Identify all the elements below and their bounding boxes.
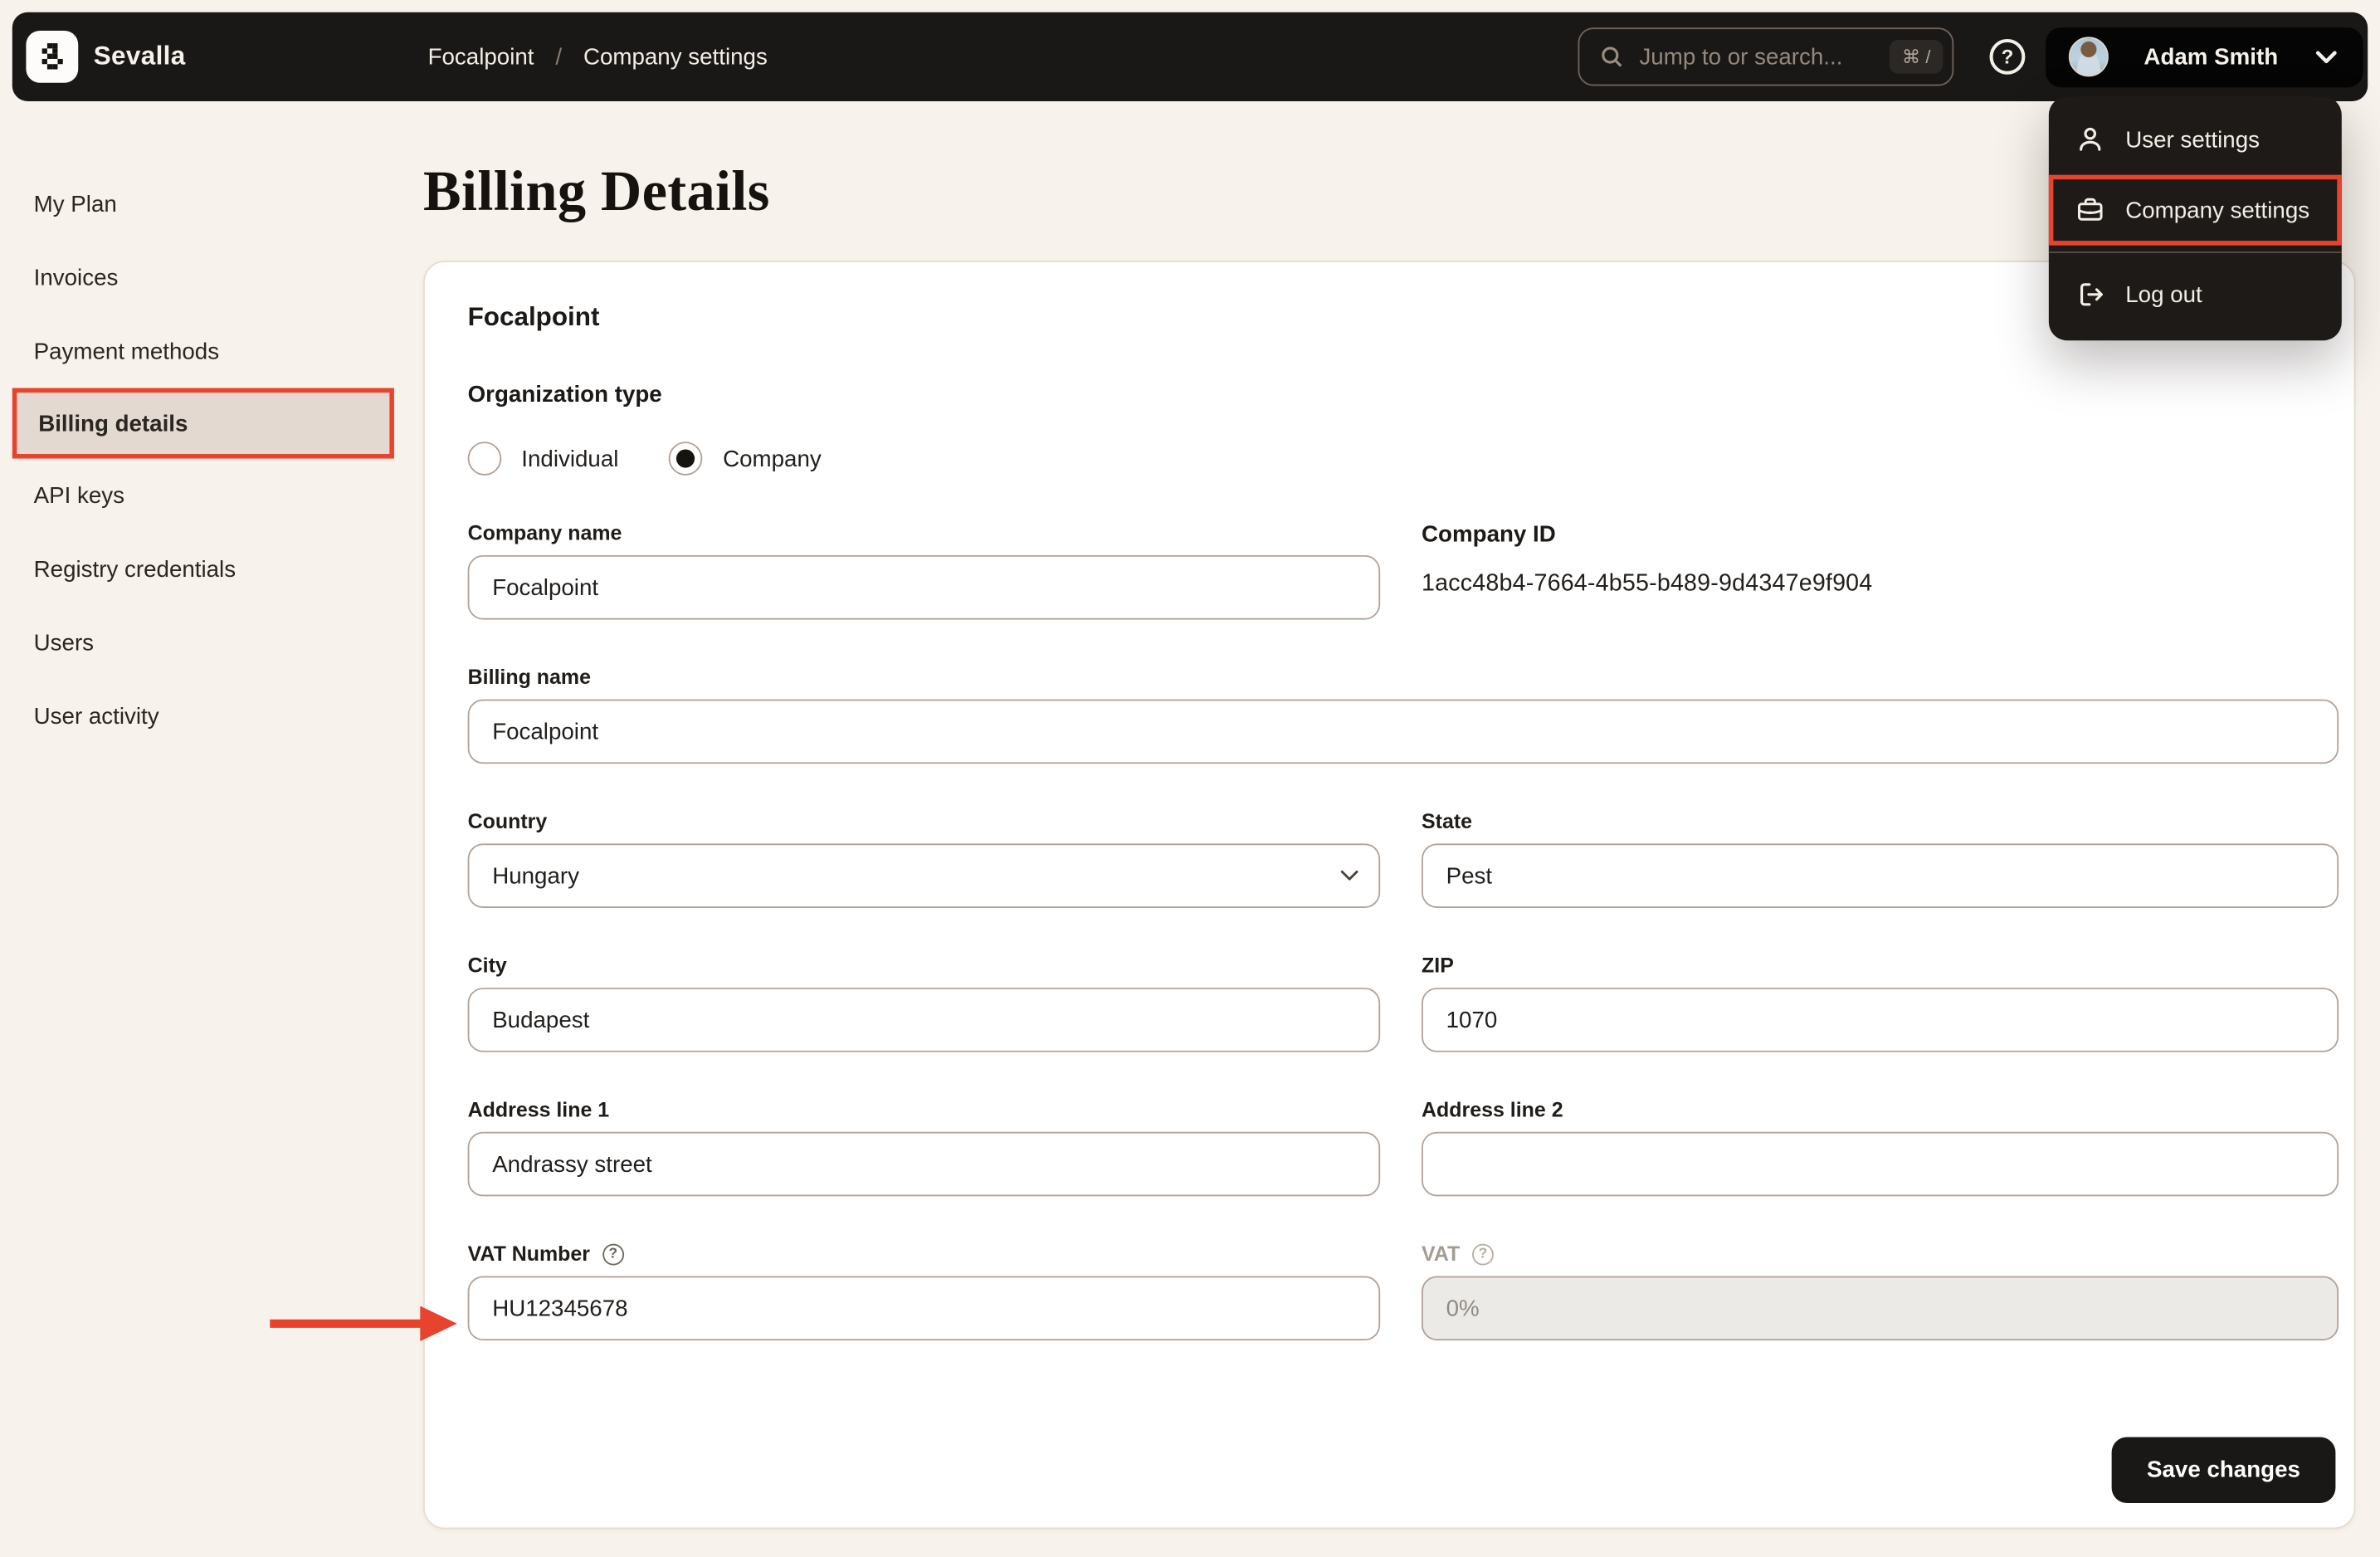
company-id-label: Company ID: [1422, 521, 1556, 548]
sidebar-item-payment-methods[interactable]: Payment methods: [12, 315, 394, 388]
sidebar-item-user-activity[interactable]: User activity: [12, 680, 394, 754]
state-input[interactable]: [1422, 843, 2339, 908]
user-menu-button[interactable]: Adam Smith: [2046, 27, 2363, 87]
address-line-1-field: Address line 1: [467, 1098, 1381, 1197]
company-name-field: Company name: [467, 521, 1381, 620]
address-line-2-label: Address line 2: [1422, 1098, 1563, 1121]
search-icon: [1602, 46, 1622, 67]
billing-name-input[interactable]: [467, 699, 2339, 764]
menu-item-log-out[interactable]: Log out: [2049, 259, 2342, 329]
menu-divider: [2048, 251, 2342, 253]
search-shortcut-badge: ⌘ /: [1890, 40, 1944, 74]
menu-item-user-settings[interactable]: User settings: [2049, 105, 2342, 175]
menu-item-label: Log out: [2125, 281, 2202, 308]
address-line-2-input[interactable]: [1422, 1131, 2339, 1197]
search-input[interactable]: [1636, 41, 1890, 71]
menu-item-label: Company settings: [2125, 197, 2310, 223]
country-field: Country Hungary: [467, 809, 1381, 908]
billing-details-card: Focalpoint Organization type Individual …: [423, 261, 2356, 1530]
radio-company-circle[interactable]: [669, 442, 704, 476]
city-input[interactable]: [467, 988, 1381, 1052]
company-id-field: Company ID 1acc48b4-7664-4b55-b489-9d434…: [1422, 521, 2339, 619]
chevron-down-icon: [2315, 50, 2337, 63]
breadcrumb-separator: /: [555, 43, 563, 71]
company-name-input[interactable]: [467, 554, 1381, 620]
save-changes-button[interactable]: Save changes: [2111, 1437, 2336, 1503]
state-field: State: [1422, 810, 2339, 908]
company-id-value: 1acc48b4-7664-4b55-b489-9d4347e9f904: [1422, 570, 1873, 597]
sidebar-item-my-plan[interactable]: My Plan: [12, 167, 394, 241]
organization-type-radio-group: Individual Company: [467, 442, 2336, 476]
sidebar-item-api-keys[interactable]: API keys: [12, 459, 394, 533]
radio-individual[interactable]: Individual: [467, 442, 618, 476]
svg-text:?: ?: [2002, 46, 2014, 69]
company-name-label: Company name: [467, 521, 622, 545]
sidebar-item-registry-credentials[interactable]: Registry credentials: [12, 532, 394, 606]
city-field: City: [467, 954, 1381, 1052]
breadcrumb-page[interactable]: Company settings: [583, 44, 768, 70]
search-box[interactable]: ⌘ /: [1578, 27, 1954, 86]
logout-icon: [2080, 283, 2103, 306]
state-label: State: [1422, 809, 1473, 833]
menu-item-label: User settings: [2125, 126, 2261, 153]
address-line-2-field: Address line 2: [1422, 1098, 2339, 1197]
brand-name: Sevalla: [93, 41, 186, 71]
billing-name-label: Billing name: [467, 666, 591, 689]
avatar: [2068, 37, 2109, 77]
radio-selected-dot: [676, 449, 695, 468]
zip-label: ZIP: [1422, 954, 1454, 978]
zip-field: ZIP: [1422, 954, 2339, 1052]
sidebar-item-invoices[interactable]: Invoices: [12, 241, 394, 315]
country-label: Country: [467, 809, 548, 833]
vat-number-label: VAT Number ?: [468, 1242, 1381, 1266]
help-button[interactable]: ?: [1987, 37, 2027, 76]
vat-number-field: VAT Number ?: [467, 1242, 1381, 1341]
topbar: Sevalla Focalpoint / Company settings ⌘ …: [12, 12, 2368, 101]
vat-input: [1422, 1276, 2339, 1341]
radio-individual-circle[interactable]: [467, 442, 502, 476]
briefcase-icon: [2077, 198, 2103, 221]
address-line-1-label: Address line 1: [467, 1098, 610, 1121]
question-icon[interactable]: ?: [602, 1242, 624, 1265]
vat-field: VAT ?: [1422, 1242, 2339, 1341]
topbar-right: ⌘ / ? Adam Smith: [1578, 27, 2368, 87]
vat-label: VAT ?: [1422, 1242, 2339, 1266]
brand[interactable]: Sevalla: [26, 30, 186, 83]
breadcrumb-org[interactable]: Focalpoint: [428, 44, 534, 70]
sevalla-logo-icon: [26, 30, 79, 83]
sidebar-item-users[interactable]: Users: [12, 606, 394, 680]
organization-type-label: Organization type: [467, 382, 662, 408]
annotation-arrow: [270, 1306, 457, 1342]
question-icon[interactable]: ?: [1472, 1242, 1494, 1265]
country-select[interactable]: Hungary: [467, 843, 1381, 908]
help-icon: ?: [1989, 38, 2026, 75]
sidebar-item-billing-details[interactable]: Billing details: [12, 388, 394, 459]
user-dropdown-menu: User settings Company settings Log out: [2048, 96, 2342, 341]
billing-name-field: Billing name: [467, 666, 2339, 764]
zip-input[interactable]: [1422, 988, 2339, 1052]
vat-number-input[interactable]: [467, 1276, 1381, 1341]
chevron-down-icon: [1340, 870, 1358, 881]
city-label: City: [467, 954, 507, 978]
user-icon: [2080, 127, 2101, 151]
address-line-1-input[interactable]: [467, 1131, 1381, 1197]
user-name: Adam Smith: [2143, 43, 2279, 71]
sidebar: My Plan Invoices Payment methods Billing…: [12, 167, 411, 753]
breadcrumb: Focalpoint / Company settings: [428, 12, 768, 101]
page-title: Billing Details: [423, 161, 770, 224]
radio-company[interactable]: Company: [669, 442, 822, 476]
app: Sevalla Focalpoint / Company settings ⌘ …: [0, 0, 2380, 1557]
menu-item-company-settings[interactable]: Company settings: [2049, 175, 2342, 246]
